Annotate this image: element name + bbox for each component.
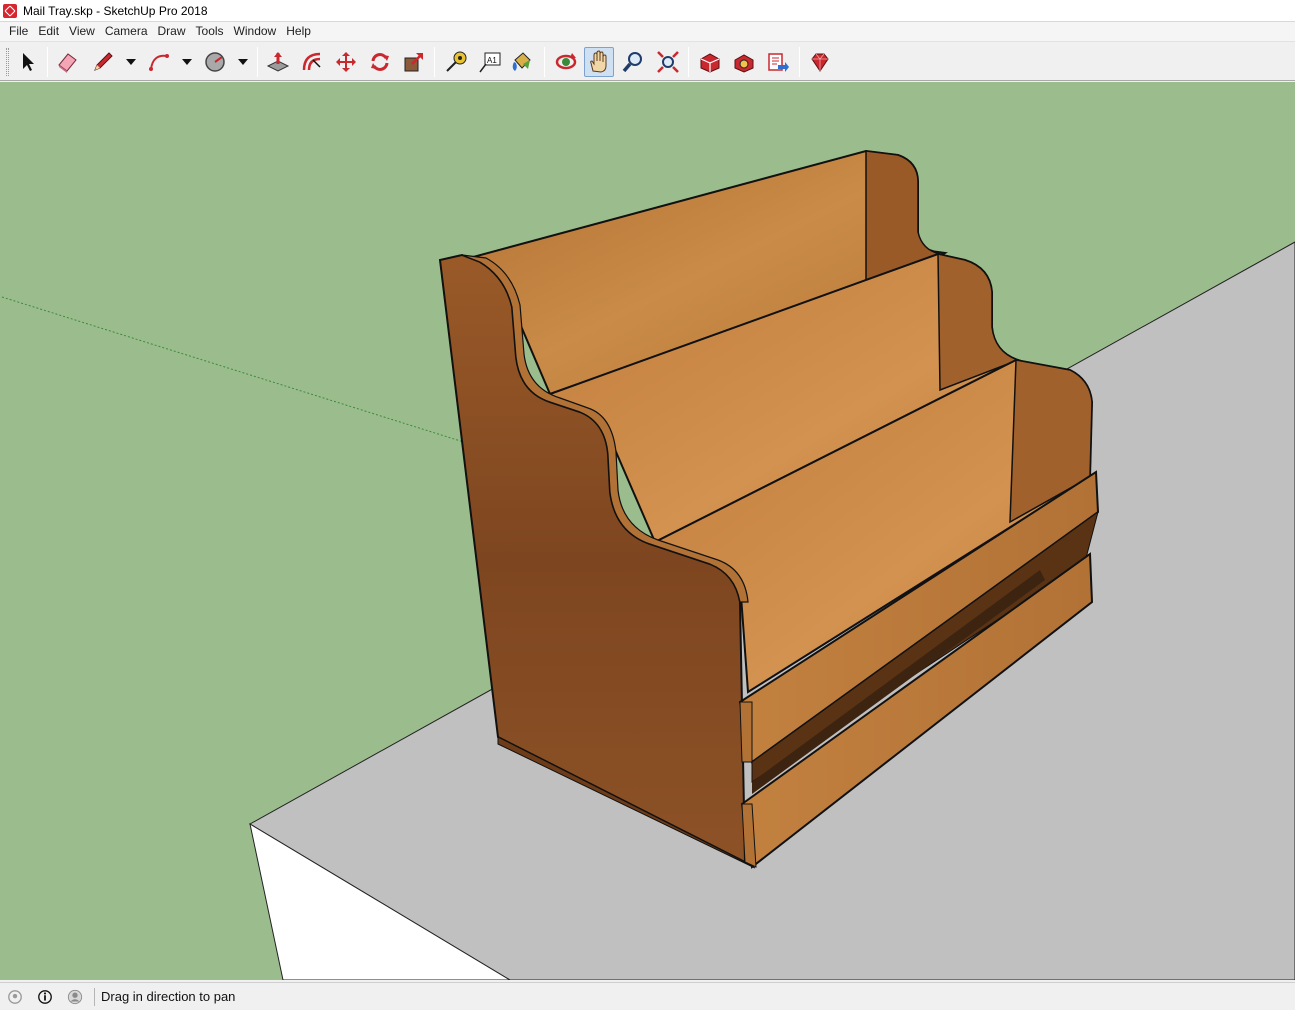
menu-window[interactable]: Window [229,22,282,41]
extension-warehouse-icon [734,54,754,73]
pan-hand-icon [590,50,607,73]
extension-warehouse-button[interactable] [729,47,759,77]
ruby-console-button[interactable] [805,47,835,77]
menu-draw[interactable]: Draw [153,22,191,41]
orbit-tool-button[interactable] [551,47,581,77]
scale-icon [404,53,423,72]
credits-info-icon[interactable] [36,988,54,1006]
menu-file[interactable]: File [4,22,33,41]
move-tool-button[interactable] [331,47,361,77]
offset-icon [302,52,321,71]
toolbar-separator [544,47,545,77]
upper-rail-end [739,701,753,763]
toolbar-separator [688,47,689,77]
drawing-viewport[interactable] [0,82,1295,980]
circle-shape-icon [205,52,225,72]
status-message: Drag in direction to pan [101,989,236,1004]
3d-warehouse-button[interactable] [695,47,725,77]
title-bar: Mail Tray.skp - SketchUp Pro 2018 [0,0,1295,22]
menu-view[interactable]: View [64,22,100,41]
arc-icon [149,54,169,71]
scale-tool-button[interactable] [399,47,429,77]
zoom-extents-tool-button[interactable] [653,47,683,77]
line-tool-dropdown[interactable] [124,56,138,68]
toolbar-separator [47,47,48,77]
paint-bucket-icon [512,52,531,71]
move-icon [336,52,356,72]
push-pull-tool-button[interactable] [263,47,293,77]
warehouse-icon [700,53,720,73]
menu-tools[interactable]: Tools [191,22,229,41]
window-title: Mail Tray.skp - SketchUp Pro 2018 [23,3,208,18]
status-separator [94,987,95,1006]
shape-tool-button[interactable] [200,47,230,77]
send-to-layout-button[interactable] [763,47,793,77]
tape-measure-icon [446,51,467,72]
toolbar-separator [257,47,258,77]
menu-help[interactable]: Help [281,22,316,41]
toolbar-grip[interactable] [6,48,9,76]
toolbar-separator [434,47,435,77]
rotate-tool-button[interactable] [365,47,395,77]
offset-tool-button[interactable] [297,47,327,77]
eraser-icon [58,53,77,73]
zoom-extents-icon [657,51,679,73]
select-tool-button[interactable] [12,47,42,77]
geo-location-icon[interactable] [6,988,24,1006]
text-label-icon: A1 [479,52,501,73]
line-tool-button[interactable] [88,47,118,77]
sketchup-logo-icon [3,3,17,18]
status-bar: Drag in direction to pan [0,982,1295,1010]
pencil-icon [94,52,113,71]
rotate-icon [371,53,389,71]
text-label-glyph: A1 [487,56,497,65]
text-tool-button[interactable]: A1 [475,47,505,77]
menu-bar: File Edit View Camera Draw Tools Window … [0,22,1295,41]
zoom-tool-button[interactable] [618,47,648,77]
eraser-tool-button[interactable] [52,47,82,77]
zoom-icon [622,52,642,73]
pan-tool-button[interactable] [584,47,614,77]
model-scene[interactable] [0,82,1295,980]
ruby-icon [811,53,829,72]
arc-tool-button[interactable] [144,47,174,77]
arc-tool-dropdown[interactable] [180,56,194,68]
select-arrow-icon [23,53,34,71]
menu-edit[interactable]: Edit [33,22,64,41]
tape-measure-tool-button[interactable] [441,47,471,77]
user-account-icon[interactable] [66,988,84,1006]
sketchup-window: Mail Tray.skp - SketchUp Pro 2018 File E… [0,0,1295,1010]
send-to-layout-icon [768,53,789,72]
push-pull-icon [266,52,290,72]
menu-camera[interactable]: Camera [100,22,153,41]
shape-tool-dropdown[interactable] [236,56,250,68]
toolbar-separator [799,47,800,77]
orbit-icon [555,53,577,70]
getting-started-toolbar: A1 [0,41,1295,81]
paint-bucket-tool-button[interactable] [507,47,537,77]
